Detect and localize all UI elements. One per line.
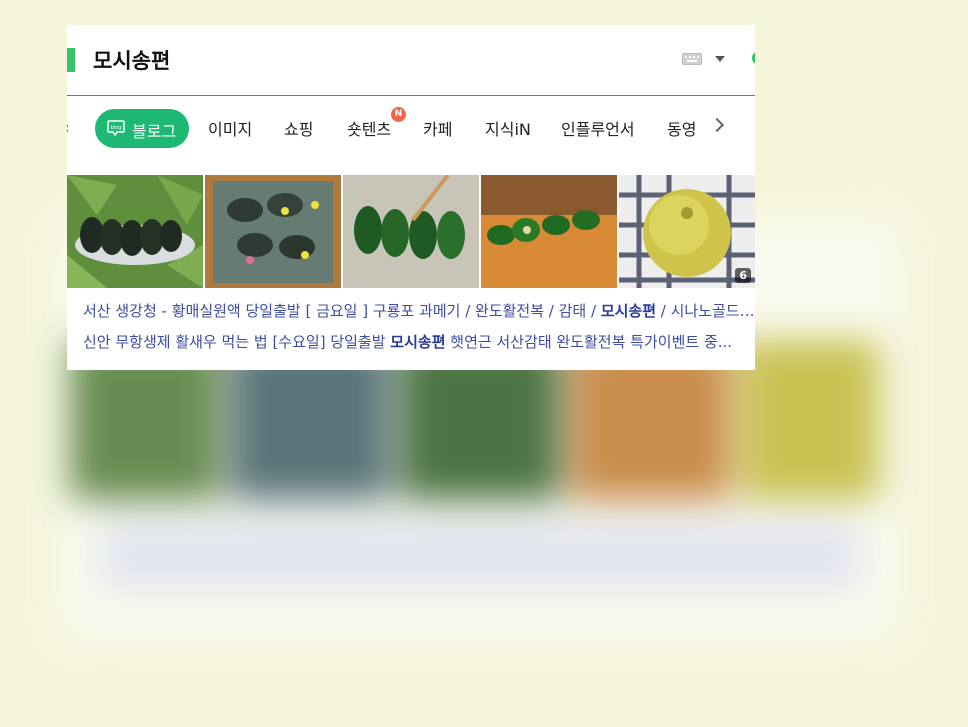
tab-knowledge-in[interactable]: 지식iN xyxy=(485,116,531,140)
thumbnail-image[interactable] xyxy=(67,175,203,288)
keyboard-icon[interactable] xyxy=(682,53,702,65)
tab-shortents[interactable]: 숏텐츠 xyxy=(347,116,391,140)
search-query[interactable]: 모시송편 xyxy=(93,45,170,75)
chevron-down-icon[interactable] xyxy=(715,56,725,62)
image-count-badge[interactable]: 6 xyxy=(735,268,751,283)
search-accent-bar xyxy=(67,48,75,72)
result-title-link[interactable]: 신안 무항생제 활새우 먹는 법 [수요일] 당일출발 모시송편 햇연근 서산감… xyxy=(83,331,755,352)
tab-blog[interactable]: blog 블로그 xyxy=(95,109,189,148)
search-header: 모시송편 xyxy=(67,25,755,96)
chevron-right-icon[interactable] xyxy=(709,117,725,133)
tab-cafe[interactable]: 카페 xyxy=(423,116,452,140)
thumbnail-image[interactable] xyxy=(205,175,341,288)
tab-shopping[interactable]: 쇼핑 xyxy=(284,116,313,140)
tab-video[interactable]: 동영 xyxy=(667,116,696,140)
search-button-icon[interactable] xyxy=(752,51,755,65)
blog-icon: blog xyxy=(107,120,125,136)
thumbnail-image[interactable]: 6 xyxy=(619,175,755,288)
new-badge: N xyxy=(391,107,406,122)
thumbnail-image[interactable] xyxy=(481,175,617,288)
chevron-left-icon[interactable]: ‹ xyxy=(67,118,69,137)
tab-influencer[interactable]: 인플루언서 xyxy=(561,116,635,140)
tab-label: 블로그 xyxy=(132,122,177,141)
svg-text:blog: blog xyxy=(111,125,122,131)
result-title-link[interactable]: 서산 생강청 - 황매실원액 당일출발 [ 금요일 ] 구룡포 과메기 / 완도… xyxy=(83,300,755,321)
thumbnail-image[interactable] xyxy=(343,175,479,288)
image-thumbnails: 6 xyxy=(67,175,755,288)
search-result-card: 모시송편 ‹ blog 블로그 이미지 쇼핑 숏텐츠 N 카페 지식iN 인플루… xyxy=(67,25,755,370)
search-tabs: ‹ blog 블로그 이미지 쇼핑 숏텐츠 N 카페 지식iN 인플루언서 동영 xyxy=(67,107,755,149)
tab-image[interactable]: 이미지 xyxy=(208,116,252,140)
